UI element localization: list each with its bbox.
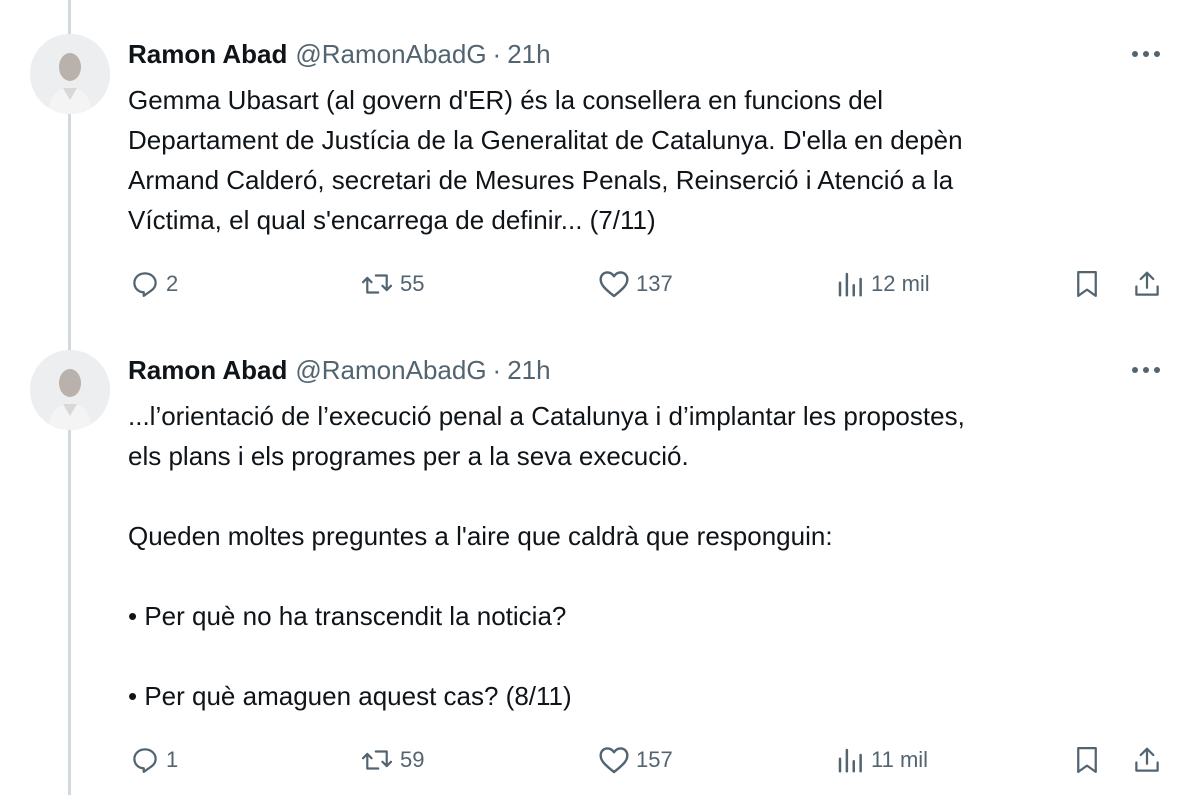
- heart-icon: [599, 271, 629, 298]
- heart-icon: [599, 747, 629, 774]
- like-button[interactable]: 137: [598, 264, 673, 304]
- like-count: 157: [636, 747, 673, 772]
- reply-icon: [133, 272, 157, 297]
- tweet-text-line: els plans i els programes per a la seva …: [128, 441, 689, 471]
- share-button[interactable]: [1132, 264, 1162, 304]
- like-count: 137: [636, 271, 673, 296]
- avatar[interactable]: [30, 350, 110, 430]
- tweet-text-line: [128, 636, 1168, 676]
- more-options-button[interactable]: [1128, 42, 1164, 66]
- tweet-text-line: [128, 556, 1168, 596]
- views-button[interactable]: 12 mil: [835, 264, 930, 304]
- tweet-text-line: Armand Calderó, secretari de Mesures Pen…: [128, 165, 954, 195]
- more-icon: [1132, 51, 1160, 57]
- tweet-text: Gemma Ubasart (al govern d'ER) és la con…: [128, 80, 1168, 240]
- views-count: 11 mil: [871, 747, 929, 772]
- tweet-header: Ramon Abad @RamonAbadG · 21h: [128, 38, 551, 70]
- tweet-header: Ramon Abad @RamonAbadG · 21h: [128, 354, 551, 386]
- author-handle[interactable]: @RamonAbadG: [295, 354, 486, 386]
- tweet-text-line: Queden moltes preguntes a l'aire que cal…: [128, 521, 833, 551]
- tweet[interactable]: Ramon Abad @RamonAbadG · 21h ...l’orient…: [0, 330, 1200, 800]
- tweet-text: ...l’orientació de l’execució penal a Ca…: [128, 396, 1168, 716]
- tweet-actions: 1 59 157 11 mil: [0, 740, 1200, 780]
- tweet-text-line: • Per què amaguen aquest cas? (8/11): [128, 681, 572, 711]
- header-separator: ·: [492, 39, 502, 69]
- tweet-text-line: [128, 476, 1168, 516]
- like-button[interactable]: 157: [598, 740, 673, 780]
- avatar-image: [30, 350, 110, 430]
- tweet-text-line: Gemma Ubasart (al govern d'ER) és la con…: [128, 85, 883, 115]
- more-icon: [1132, 367, 1160, 373]
- reply-icon: [133, 748, 157, 773]
- author-handle[interactable]: @RamonAbadG: [295, 38, 486, 70]
- bookmark-icon: [1077, 271, 1097, 297]
- tweet[interactable]: Ramon Abad @RamonAbadG · 21h Gemma Ubasa…: [0, 0, 1200, 330]
- author-name[interactable]: Ramon Abad: [128, 38, 287, 70]
- retweet-count: 59: [400, 747, 425, 772]
- retweet-icon: [361, 274, 393, 294]
- reply-count: 1: [166, 747, 179, 772]
- tweet-timestamp[interactable]: 21h: [507, 38, 550, 70]
- author-name[interactable]: Ramon Abad: [128, 354, 287, 386]
- more-options-button[interactable]: [1128, 358, 1164, 382]
- share-icon: [1135, 747, 1159, 772]
- share-icon: [1135, 271, 1159, 296]
- reply-button[interactable]: 1: [130, 740, 178, 780]
- header-separator: ·: [492, 355, 502, 385]
- views-icon: [838, 272, 862, 297]
- tweet-actions: 2 55 137 12 mil: [0, 264, 1200, 304]
- tweet-text-line: • Per què no ha transcendit la noticia?: [128, 601, 567, 631]
- tweet-text-line: Víctima, el qual s'encarrega de definir.…: [128, 205, 656, 235]
- bookmark-button[interactable]: [1072, 740, 1102, 780]
- avatar[interactable]: [30, 34, 110, 114]
- avatar-image: [30, 34, 110, 114]
- views-button[interactable]: 11 mil: [835, 740, 928, 780]
- retweet-count: 55: [400, 271, 425, 296]
- bookmark-icon: [1077, 747, 1097, 773]
- retweet-button[interactable]: 59: [360, 740, 424, 780]
- bookmark-button[interactable]: [1072, 264, 1102, 304]
- reply-count: 2: [166, 271, 179, 296]
- views-icon: [838, 748, 862, 773]
- retweet-icon: [361, 750, 393, 770]
- reply-button[interactable]: 2: [130, 264, 178, 304]
- retweet-button[interactable]: 55: [360, 264, 424, 304]
- views-count: 12 mil: [871, 271, 930, 296]
- tweet-text-line: ...l’orientació de l’execució penal a Ca…: [128, 401, 965, 431]
- tweet-text-line: Departament de Justícia de la Generalita…: [128, 125, 963, 155]
- tweet-timestamp[interactable]: 21h: [507, 354, 550, 386]
- share-button[interactable]: [1132, 740, 1162, 780]
